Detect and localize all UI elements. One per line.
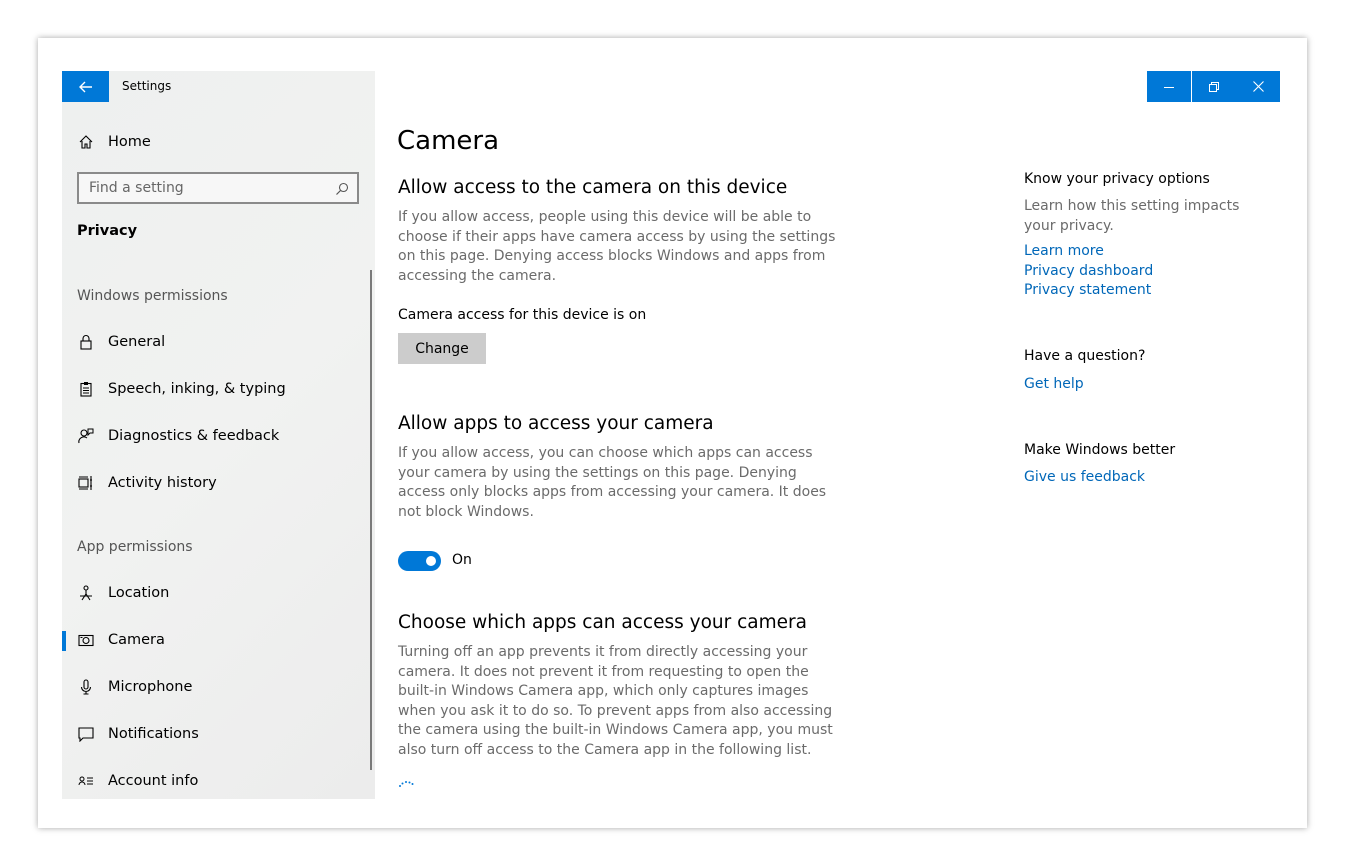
close-icon (1252, 81, 1264, 92)
sidebar-item-activity-history[interactable]: Activity history (62, 463, 375, 503)
sidebar-item-label: Location (108, 585, 170, 601)
back-arrow-icon (78, 81, 92, 92)
camera-icon (77, 631, 95, 649)
privacy-statement-link[interactable]: Privacy statement (1024, 282, 1151, 298)
privacy-dashboard-link[interactable]: Privacy dashboard (1024, 263, 1153, 279)
location-icon (77, 584, 95, 602)
sidebar-item-speech[interactable]: Speech, inking, & typing (62, 369, 375, 409)
section-heading-app-access: Allow apps to access your camera (398, 413, 714, 434)
app-access-toggle[interactable] (398, 551, 441, 571)
sidebar-item-camera[interactable]: Camera (62, 620, 375, 660)
toggle-state-label: On (452, 552, 472, 568)
timeline-icon (77, 474, 95, 492)
section-description: If you allow access, people using this d… (398, 209, 836, 284)
section-description: If you allow access, you can choose whic… (398, 445, 827, 520)
page-title: Camera (397, 126, 500, 156)
sidebar-item-label: General (108, 334, 166, 350)
sidebar-item-label: Activity history (108, 475, 217, 491)
give-feedback-link[interactable]: Give us feedback (1024, 469, 1145, 485)
category-heading: Privacy (77, 223, 138, 239)
sidebar-item-label: Home (108, 134, 151, 150)
search-icon (335, 181, 349, 200)
sidebar-item-home[interactable]: Home (62, 122, 375, 162)
sidebar-item-general[interactable]: General (62, 322, 375, 362)
app-title: Settings (122, 79, 172, 93)
toggle-knob (426, 556, 436, 566)
account-info-icon (77, 772, 95, 790)
privacy-options-text: Learn how this setting impacts your priv… (1024, 198, 1240, 234)
app-permissions-heading: App permissions (77, 539, 193, 555)
settings-window: Settings Home Find a setting Privacy Win… (62, 71, 1280, 799)
sidebar-item-microphone[interactable]: Microphone (62, 667, 375, 707)
minimize-icon (1164, 86, 1174, 88)
section-description: Turning off an app prevents it from dire… (398, 644, 833, 758)
sidebar-item-label: Diagnostics & feedback (108, 428, 280, 444)
close-button[interactable] (1236, 71, 1280, 102)
sidebar-item-label: Microphone (108, 679, 193, 695)
home-icon (77, 133, 95, 151)
make-windows-better-heading: Make Windows better (1024, 442, 1176, 458)
loading-spinner (398, 773, 416, 792)
section-heading-device-access: Allow access to the camera on this devic… (398, 177, 788, 198)
person-feedback-icon (77, 427, 95, 445)
microphone-icon (77, 678, 95, 696)
sidebar-item-diagnostics[interactable]: Diagnostics & feedback (62, 416, 375, 456)
sidebar-item-account-info[interactable]: Account info (62, 761, 375, 801)
section-heading-choose-apps: Choose which apps can access your camera (398, 612, 807, 633)
sidebar-item-label: Account info (108, 773, 199, 789)
sidebar-item-label: Speech, inking, & typing (108, 381, 286, 397)
privacy-options-heading: Know your privacy options (1024, 171, 1210, 187)
main-content: Camera Allow access to the camera on thi… (397, 71, 867, 799)
change-button[interactable]: Change (398, 333, 486, 364)
search-input[interactable]: Find a setting (77, 172, 359, 204)
notification-icon (77, 725, 95, 743)
device-access-status: Camera access for this device is on (398, 307, 647, 323)
sidebar-scrollbar[interactable] (370, 270, 372, 770)
clipboard-icon (77, 380, 95, 398)
sidebar-item-notifications[interactable]: Notifications (62, 714, 375, 754)
get-help-link[interactable]: Get help (1024, 376, 1084, 392)
lock-icon (77, 333, 95, 351)
back-button[interactable] (62, 71, 109, 102)
sidebar-item-label: Notifications (108, 726, 199, 742)
restore-button[interactable] (1192, 71, 1236, 102)
sidebar-item-label: Camera (108, 632, 165, 648)
question-heading: Have a question? (1024, 348, 1146, 364)
minimize-button[interactable] (1147, 71, 1191, 102)
search-placeholder: Find a setting (89, 180, 184, 196)
windows-permissions-heading: Windows permissions (77, 288, 228, 304)
learn-more-link[interactable]: Learn more (1024, 243, 1104, 259)
restore-icon (1209, 81, 1219, 92)
sidebar-item-location[interactable]: Location (62, 573, 375, 613)
sidebar: Settings Home Find a setting Privacy Win… (62, 71, 375, 799)
